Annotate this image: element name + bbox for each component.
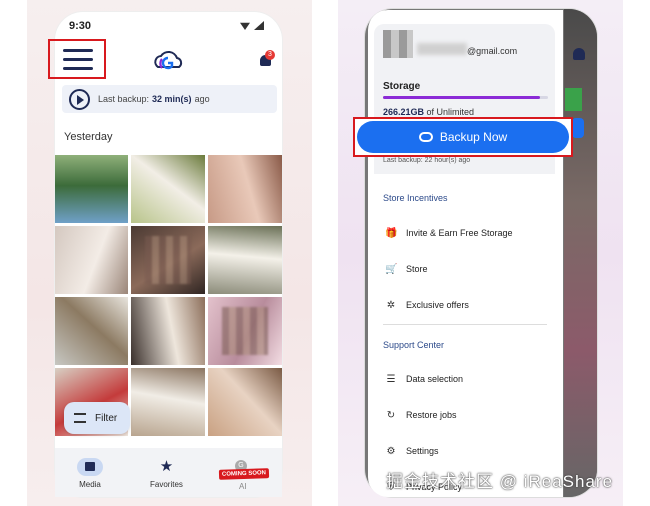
store-incentives-heading: Store Incentives (383, 193, 448, 203)
menu-line-icon (63, 67, 93, 70)
blurred-pink-photo[interactable] (208, 297, 282, 365)
blur-overlay (145, 236, 191, 284)
hamburger-menu-button[interactable] (48, 39, 106, 79)
drawer-item-data-selection[interactable]: ☰ Data selection (385, 371, 545, 387)
account-email: @gmail.com (467, 46, 518, 56)
storage-used-of: of Unlimited (426, 107, 475, 117)
blurred-photo[interactable] (131, 226, 205, 294)
last-backup-card[interactable]: Last backup: 32 min(s) ago (62, 85, 277, 113)
ring-hands-photo[interactable] (208, 155, 282, 223)
checklist-icon: ☰ (386, 373, 396, 385)
last-backup-value: 32 min(s) (152, 94, 192, 104)
app-logo-icon (154, 51, 183, 70)
drawer-item-label: Settings (406, 446, 439, 456)
drawer-item-exclusive-offers[interactable]: ✲ Exclusive offers (385, 297, 545, 313)
section-heading: Yesterday (64, 131, 113, 143)
drawer-item-label: Data selection (406, 374, 464, 384)
drawer-item-label: Exclusive offers (406, 300, 469, 310)
storage-used: 266.21GB of Unlimited (383, 107, 474, 117)
star-offer-icon: ✲ (386, 299, 396, 311)
bride-photo[interactable] (131, 155, 205, 223)
drawer-item-invite-earn-free-storage[interactable]: 🎁 Invite & Earn Free Storage (385, 225, 545, 241)
couple-hands-photo[interactable] (55, 226, 128, 294)
restore-icon: ↻ (386, 409, 396, 421)
email-blur (417, 43, 467, 55)
menu-line-icon (63, 49, 93, 52)
status-bar: 9:30 (69, 18, 268, 34)
filter-icon (74, 413, 86, 423)
bottom-navigation: Media ★ Favorites G COMING SOON AI (55, 448, 282, 497)
last-backup-prefix: Last backup: (98, 94, 150, 104)
background-content (564, 9, 597, 497)
nav-ai-label: AI (239, 482, 247, 491)
drawer-item-label: Store (406, 264, 428, 274)
background-button (565, 88, 582, 111)
frame-photo[interactable] (131, 368, 205, 436)
cake-photo[interactable] (208, 226, 282, 294)
media-icon (77, 458, 103, 476)
photo-grid (55, 155, 282, 436)
drawer-item-restore-jobs[interactable]: ↻ Restore jobs (385, 407, 545, 423)
backup-now-highlight: Backup Now (353, 117, 573, 157)
background-button-blue (572, 118, 584, 138)
nav-media[interactable]: Media (77, 458, 103, 489)
nav-favorites[interactable]: ★ Favorites (150, 458, 183, 489)
storage-used-value: 266.21GB (383, 107, 425, 117)
wedding-car-photo[interactable] (208, 368, 282, 436)
cart-icon: 🛒 (385, 263, 398, 275)
watermark-text: 掘金技术社区 @ iReaShare (386, 472, 614, 491)
wifi-icon (240, 22, 250, 30)
mountain-photo[interactable] (55, 155, 128, 223)
nav-favorites-label: Favorites (150, 480, 183, 489)
storage-title: Storage (383, 81, 421, 92)
filter-label: Filter (95, 412, 118, 424)
background-bell-icon (573, 48, 585, 60)
filter-button[interactable]: Filter (64, 402, 130, 434)
banquet-photo[interactable] (55, 297, 128, 365)
drawer-last-backup: Last backup: 22 hour(s) ago (383, 157, 471, 164)
divider (383, 324, 547, 325)
last-backup-suffix: ago (194, 94, 210, 104)
backup-now-label: Backup Now (439, 130, 508, 144)
drawer-item-label: Invite & Earn Free Storage (406, 228, 513, 238)
storage-progress-fill (383, 96, 540, 99)
storage-progress-bar (383, 96, 548, 99)
table-flowers-photo[interactable] (131, 297, 205, 365)
support-center-heading: Support Center (383, 340, 445, 350)
star-icon: ★ (159, 458, 174, 475)
drawer-item-label: Restore jobs (406, 410, 457, 420)
nav-media-label: Media (79, 480, 101, 489)
menu-line-icon (63, 58, 93, 61)
blur-overlay (222, 307, 268, 355)
avatar (383, 30, 413, 58)
coming-soon-banner: COMING SOON (218, 468, 270, 480)
cloud-upload-icon (418, 132, 433, 142)
gear-icon: ⚙ (386, 445, 396, 457)
gift-icon: 🎁 (385, 227, 398, 239)
battery-icon (254, 21, 264, 30)
status-time: 9:30 (69, 20, 92, 32)
notification-bell-icon[interactable]: 3 (258, 50, 275, 70)
drawer-item-settings[interactable]: ⚙ Settings (385, 443, 545, 459)
notification-badge: 3 (265, 50, 275, 60)
backup-now-button[interactable]: Backup Now (357, 121, 569, 153)
play-icon[interactable] (69, 88, 90, 110)
drawer-item-store[interactable]: 🛒 Store (385, 261, 545, 277)
